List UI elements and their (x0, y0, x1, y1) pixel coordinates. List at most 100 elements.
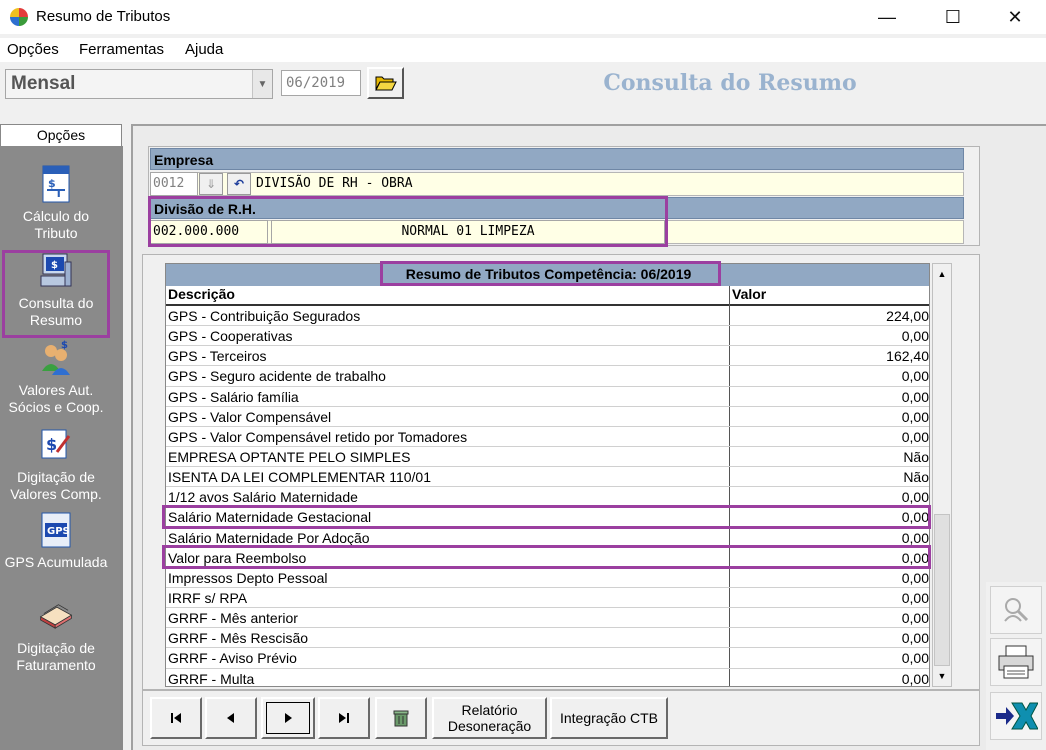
exit-icon (996, 702, 1038, 730)
menu-bar: Opções Ferramentas Ajuda (0, 38, 1046, 62)
table-row[interactable]: GPS - Salário família 0,00 (166, 387, 929, 407)
cell-descricao: Salário Maternidade Gestacional (168, 509, 372, 526)
maximize-button[interactable]: ☐ (930, 0, 976, 34)
calc-document-icon: $ T (39, 164, 73, 204)
cell-valor: 0,00 (901, 670, 929, 687)
selected-item-highlight (2, 250, 110, 338)
table-row[interactable]: ISENTA DA LEI COMPLEMENTAR 110/01 Não (166, 467, 929, 488)
cell-descricao: ISENTA DA LEI COMPLEMENTAR 110/01 (168, 469, 431, 486)
search-person-button[interactable] (990, 586, 1042, 634)
table-row[interactable]: GRRF - Aviso Prévio 0,00 (166, 648, 929, 669)
scroll-down-icon[interactable]: ▼ (933, 666, 951, 686)
cell-valor: 0,00 (901, 408, 929, 425)
sidebar-item-valores-aut[interactable]: $ Valores Aut. Sócios e Coop. (0, 338, 112, 416)
competencia-field[interactable]: 06/2019 (281, 70, 361, 96)
open-folder-button[interactable] (367, 67, 404, 99)
cell-descricao: GRRF - Mês Rescisão (168, 630, 309, 647)
sidebar-item-label: Valores Aut. Sócios e Coop. (8, 382, 104, 415)
download-icon[interactable]: ⇓ (199, 173, 223, 195)
sidebar-item-calculo[interactable]: $ T Cálculo do Tributo (0, 164, 112, 242)
table-row[interactable]: Salário Maternidade Por Adoção 0,00 (166, 528, 929, 548)
empresa-code-field[interactable]: 0012 (150, 172, 198, 196)
users-dollar-icon: $ (39, 338, 73, 378)
next-icon (285, 713, 292, 723)
last-record-button[interactable] (318, 697, 370, 739)
minimize-button[interactable]: — (864, 0, 910, 34)
close-button[interactable]: ✕ (992, 0, 1038, 34)
integracao-ctb-button[interactable]: Integração CTB (550, 697, 668, 739)
relatorio-desoneracao-button[interactable]: Relatório Desoneração (432, 697, 547, 739)
window-title: Resumo de Tributos (36, 8, 171, 25)
table-row[interactable]: GPS - Seguro acidente de trabalho 0,00 (166, 366, 929, 387)
cell-descricao: EMPRESA OPTANTE PELO SIMPLES (168, 448, 411, 465)
dollar-edit-icon: $ (39, 425, 73, 465)
resumo-table: Resumo de Tributos Competência: 06/2019 … (165, 263, 930, 687)
cell-valor: 0,00 (901, 509, 929, 526)
prev-icon (227, 713, 234, 723)
sidebar-item-faturamento[interactable]: Digitação de Faturamento (0, 596, 112, 674)
printer-icon (998, 645, 1034, 679)
table-row[interactable]: IRRF s/ RPA 0,00 (166, 588, 929, 609)
last-icon (339, 713, 349, 723)
sidebar-item-label: Digitação de Faturamento (16, 640, 96, 673)
cell-valor: 0,00 (901, 549, 929, 566)
svg-text:$: $ (46, 435, 57, 454)
cell-descricao: GPS - Valor Compensável (168, 408, 332, 425)
undo-icon[interactable]: ↶ (227, 173, 251, 195)
first-icon (171, 713, 181, 723)
table-scrollbar[interactable]: ▲ ▼ (932, 263, 952, 687)
table-row[interactable]: GRRF - Multa 0,00 (166, 669, 929, 687)
delete-button[interactable] (375, 697, 427, 739)
svg-text:$: $ (61, 340, 68, 351)
table-row[interactable]: EMPRESA OPTANTE PELO SIMPLES Não (166, 447, 929, 468)
cell-valor: 0,00 (901, 630, 929, 647)
table-row[interactable]: GRRF - Mês Rescisão 0,00 (166, 628, 929, 649)
sidebar-tab-opcoes[interactable]: Opções (0, 124, 122, 146)
cell-descricao: GPS - Valor Compensável retido por Tomad… (168, 428, 468, 445)
column-valor[interactable]: Valor (732, 286, 766, 302)
chevron-down-icon[interactable]: ▼ (252, 70, 272, 98)
table-row[interactable]: GPS - Cooperativas 0,00 (166, 326, 929, 347)
menu-ajuda[interactable]: Ajuda (185, 41, 223, 58)
first-record-button[interactable] (150, 697, 202, 739)
cell-descricao: GPS - Seguro acidente de trabalho (168, 368, 386, 385)
sidebar-item-digitacao-valores[interactable]: $ Digitação de Valores Comp. (0, 425, 112, 503)
sidebar-item-label: GPS Acumulada (4, 554, 108, 570)
cell-valor: 0,00 (901, 569, 929, 586)
cell-valor: Não (903, 469, 929, 486)
print-button[interactable] (990, 638, 1042, 686)
cell-descricao: IRRF s/ RPA (168, 589, 248, 606)
table-row[interactable]: GPS - Valor Compensável retido por Tomad… (166, 427, 929, 447)
table-row[interactable]: GPS - Terceiros 162,40 (166, 346, 929, 367)
cell-descricao: GRRF - Mês anterior (168, 610, 298, 627)
sidebar-item-gps-acumulada[interactable]: GPS GPS Acumulada (0, 510, 112, 571)
empresa-header: Empresa (150, 148, 964, 170)
cell-valor: 0,00 (901, 368, 929, 385)
cell-valor: 0,00 (901, 388, 929, 405)
books-icon (39, 596, 73, 636)
scroll-thumb[interactable] (934, 514, 950, 666)
table-row[interactable]: Salário Maternidade Gestacional 0,00 (166, 507, 929, 528)
cell-valor: 0,00 (901, 650, 929, 667)
table-row[interactable]: Impressos Depto Pessoal 0,00 (166, 568, 929, 588)
cell-descricao: GPS - Salário família (168, 388, 299, 405)
table-row[interactable]: 1/12 avos Salário Maternidade 0,00 (166, 487, 929, 508)
period-select[interactable]: Mensal ▼ (5, 69, 273, 99)
table-body: GPS - Contribuição Segurados 224,00 GPS - … (166, 306, 929, 687)
table-title-text: Resumo de Tributos Competência: 06/2019 (405, 266, 692, 282)
divisao-header: Divisão de R.H. (150, 197, 964, 219)
cell-descricao: Valor para Reembolso (168, 549, 307, 566)
divisao-code-field[interactable]: 002.000.000 (150, 220, 268, 244)
next-record-button[interactable] (261, 697, 315, 739)
scroll-up-icon[interactable]: ▲ (933, 264, 951, 284)
menu-opcoes[interactable]: Opções (7, 41, 59, 58)
column-descricao[interactable]: Descrição (168, 286, 728, 302)
table-row[interactable]: GPS - Contribuição Segurados 224,00 (166, 306, 929, 327)
table-row[interactable]: GRRF - Mês anterior 0,00 (166, 608, 929, 629)
exit-button[interactable] (990, 692, 1042, 740)
menu-ferramentas[interactable]: Ferramentas (79, 41, 164, 58)
table-row[interactable]: Valor para Reembolso 0,00 (166, 548, 929, 568)
search-person-icon (1004, 598, 1029, 622)
table-row[interactable]: GPS - Valor Compensável 0,00 (166, 407, 929, 427)
prev-record-button[interactable] (205, 697, 257, 739)
